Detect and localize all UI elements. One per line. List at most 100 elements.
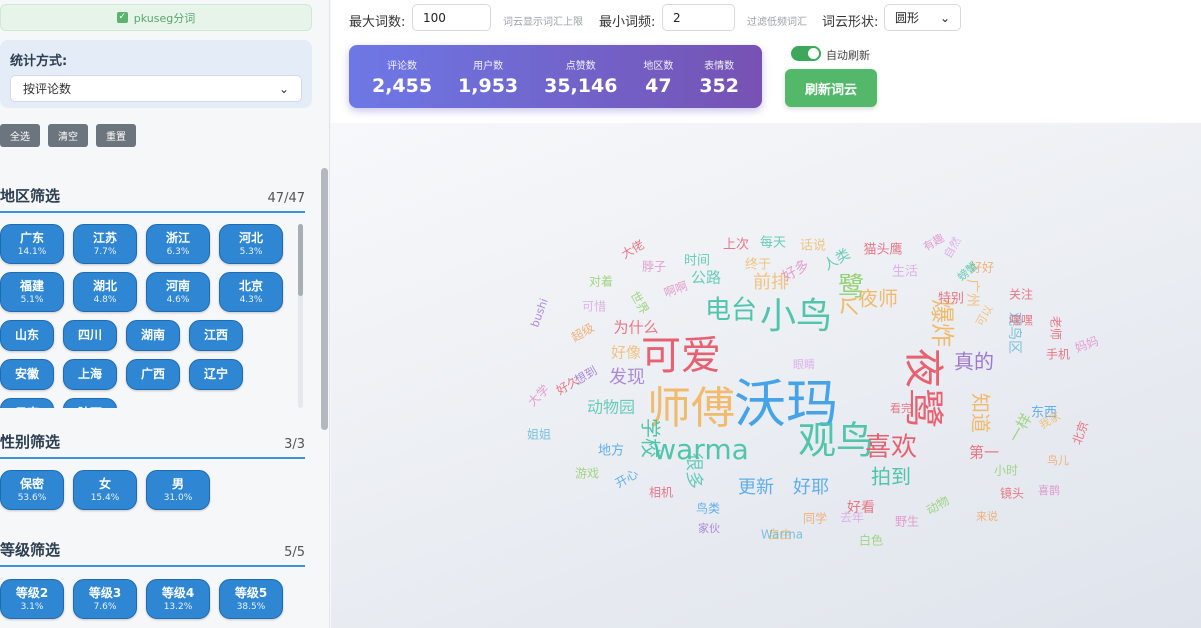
wordcloud-word: 真的 [954,350,994,374]
region-chip[interactable]: 浙江 6.3% [146,224,210,264]
wordcloud-word: 野生 [895,515,919,529]
reset-button[interactable]: 重置 [96,124,136,147]
wordcloud-word: 知道 [969,393,993,433]
region-chip[interactable]: 广东 14.1% [0,224,64,264]
max-words-input[interactable]: 100 [412,4,491,31]
level-chip-percent: 7.6% [93,601,117,612]
region-chip[interactable]: 广西 [126,359,181,390]
level-chip-name: 等级5 [234,585,268,600]
segmenter-toggle[interactable]: ✓ pkuseg分词 [0,4,312,31]
region-chip-name: 河南 [165,278,190,293]
region-chip[interactable]: 四川 [63,320,118,351]
wordcloud: 沃玛师傅可爱 夜鹭观鸟小鸟warma 喜欢电台 爆炸个鹭夜师真的知道前排发现学校拍到很… [524,231,1100,548]
refresh-wordcloud-button[interactable]: 刷新词云 [785,69,877,107]
region-chip[interactable]: 湖北 4.8% [73,272,137,312]
region-chip-percent: 7.7% [93,246,117,257]
gender-chip[interactable]: 保密 53.6% [0,470,64,510]
wordcloud-word: 更新 [738,477,774,498]
region-chip[interactable]: 江西 [189,320,244,351]
region-scrollbar-thumb[interactable] [298,224,303,296]
region-chip-name: 河北 [238,230,263,245]
wordcloud-word: Warma [761,528,803,542]
region-chip[interactable]: 河南 4.6% [146,272,210,312]
region-chip[interactable]: 山东 [0,320,55,351]
wordcloud-word: 小时 [994,464,1018,478]
region-chip-name: 北京 [238,278,263,293]
wordcloud-word: 北京 [1070,419,1091,446]
gender-chip-list: 保密 53.6% 女 15.4% 男 31.0% [0,470,300,514]
level-filter-count: 5/5 [284,545,305,560]
sidebar-scrollbar[interactable] [321,168,328,628]
level-filter-title: 等级筛选 [0,541,61,559]
gender-chip[interactable]: 男 31.0% [146,470,210,510]
select-all-button[interactable]: 全选 [0,124,40,147]
shape-select[interactable]: 圆形 ⌄ [884,4,961,31]
region-chip[interactable]: 湖南 [126,320,181,351]
stat-value: 1,953 [458,74,519,97]
region-chip[interactable]: 安徽 [0,359,55,390]
wordcloud-word: 老师 [1049,316,1063,340]
stat-mode-label: 统计方式: [10,54,68,69]
wordcloud-word: 发现 [609,367,645,388]
stat-value: 35,146 [544,74,618,97]
region-chip[interactable]: 北京 4.3% [219,272,283,312]
region-filter-count: 47/47 [267,191,305,206]
region-scrollbar[interactable] [298,224,303,408]
wordcloud-word: 生活 [892,265,918,280]
auto-refresh-toggle[interactable] [791,46,821,61]
region-chip-name: 辽宁 [204,367,229,381]
min-freq-hint: 过滤低频词汇 [747,17,807,28]
region-chip[interactable]: 江苏 7.7% [73,224,137,264]
wordcloud-word: 手机 [1046,348,1070,362]
wordcloud-word: 世界 [627,289,651,317]
filter-actions: 全选 清空 重置 [0,124,136,147]
wordcloud-word: 终于 [745,257,771,273]
gender-chip-percent: 31.0% [163,492,193,503]
shape-value: 圆形 [895,11,920,25]
wordcloud-word: 游戏 [575,467,599,481]
region-chip[interactable]: 陕西 [63,398,118,408]
region-chip-name: 上海 [78,367,103,381]
min-freq-label: 最小词频: [599,15,656,30]
gender-chip-name: 保密 [19,476,44,491]
region-chip[interactable]: 上海 [63,359,118,390]
wordcloud-word: 好耶 [793,477,829,498]
stat-mode-select[interactable]: 按评论数 ⌄ [10,75,302,102]
region-chip-percent: 5.3% [239,246,263,257]
stat-mode-panel: 统计方式: 按评论数 ⌄ [0,40,312,108]
min-freq-input[interactable]: 2 [662,4,735,31]
stats-card: 评论数 2,455 用户数 1,953 点赞数 35,146 地区数 47 表情数 352 [349,45,762,108]
region-chip[interactable]: 云南 [0,398,55,408]
wordcloud-word: 电台 [705,296,757,326]
wordcloud-word: 第一 [969,444,999,462]
region-chip-percent: 5.1% [20,294,44,305]
region-chip-name: 湖北 [92,278,117,293]
wordcloud-word: 喜欢 [865,433,917,463]
wordcloud-word: 去年 [840,511,864,525]
level-chip[interactable]: 等级3 7.6% [73,579,137,619]
wordcloud-word: 喜鹊 [1038,483,1060,497]
gender-chip[interactable]: 女 15.4% [73,470,137,510]
stat-label: 点赞数 [565,60,596,72]
control-bar: 最大词数: 100 词云显示词汇上限 最小词频: 2 过滤低频词汇 词云形状: … [331,0,1201,123]
wordcloud-word: 猫头鹰 [863,242,902,258]
gender-chip-percent: 15.4% [90,492,120,503]
gender-chip-percent: 53.6% [17,492,47,503]
max-words-label: 最大词数: [349,15,406,30]
region-chip[interactable]: 河北 5.3% [219,224,283,264]
level-chip[interactable]: 等级5 38.5% [219,579,283,619]
region-chip-name: 湖南 [141,328,166,342]
wordcloud-word: 同学 [803,511,827,526]
sidebar-scrollbar-thumb[interactable] [321,168,328,430]
gender-filter-title: 性别筛选 [0,433,61,451]
region-chip[interactable]: 福建 5.1% [0,272,64,312]
wordcloud-word: 学校 [639,418,663,458]
level-chip[interactable]: 等级4 13.2% [146,579,210,619]
region-chip-name: 浙江 [165,230,190,245]
region-chip[interactable]: 辽宁 [189,359,244,390]
wordcloud-word: 夜鹭 [900,348,946,428]
level-chip[interactable]: 等级2 3.1% [0,579,64,619]
clear-button[interactable]: 清空 [48,124,88,147]
wordcloud-word: 很多 [683,453,704,489]
wordcloud-word: 广州 [964,279,980,307]
